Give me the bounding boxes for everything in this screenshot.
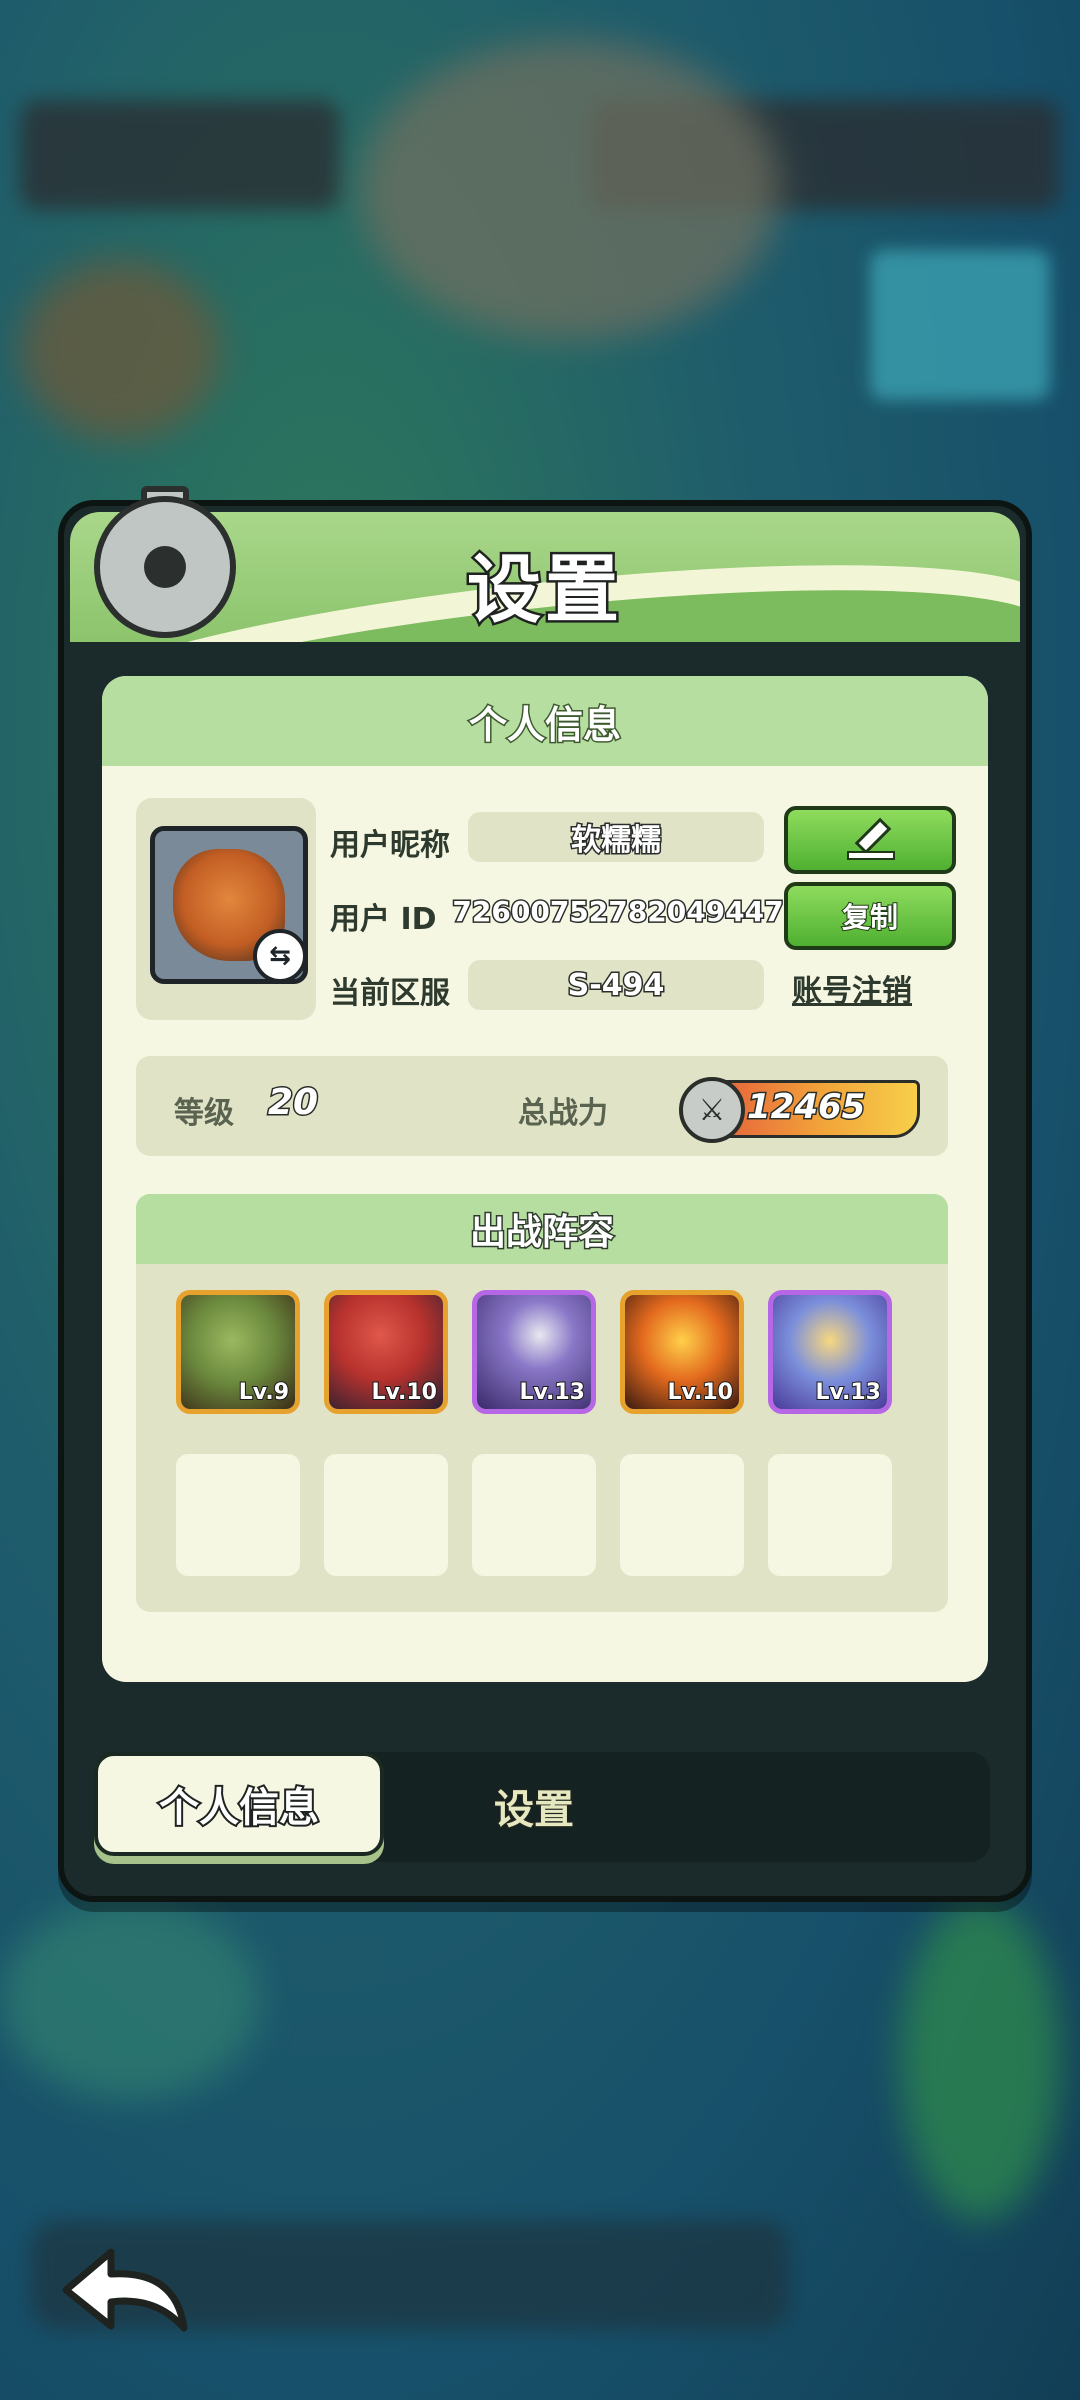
gear-icon (84, 496, 246, 638)
hero-level: Lv.9 (238, 1379, 290, 1406)
swap-avatar-icon[interactable]: ⇆ (253, 929, 303, 979)
user-id-label: 用户 ID (330, 902, 437, 937)
hero-slot-2[interactable]: Lv.10 (324, 1290, 448, 1414)
nickname-label: 用户昵称 (330, 828, 450, 863)
nickname-value: 软糯糯 (468, 812, 764, 862)
empty-slot[interactable] (472, 1454, 596, 1576)
profile-content: 个人信息 ⇆ 用户昵称 软糯糯 用户 ID 7260075278204944​7… (102, 676, 988, 1682)
edit-nickname-button[interactable] (784, 806, 956, 874)
background-mountain (360, 40, 780, 340)
tab-bar: 个人信息 设置 (94, 1752, 990, 1862)
empty-slot[interactable] (768, 1454, 892, 1576)
pencil-icon (847, 817, 895, 860)
deregister-account-link[interactable]: 账号注销 (792, 966, 912, 1010)
hero-level: Lv.13 (814, 1379, 882, 1406)
hero-slot-5[interactable]: Lv.13 (768, 1290, 892, 1414)
battle-lineup: 出战阵容 Lv.9 Lv.10 Lv.13 Lv.10 Lv.13 (136, 1194, 948, 1612)
hero-slot-4[interactable]: Lv.10 (620, 1290, 744, 1414)
server-label: 当前区服 (330, 976, 450, 1011)
level-value: 20 (266, 1081, 319, 1125)
avatar[interactable]: ⇆ (150, 826, 308, 984)
power-value: 12465 (745, 1086, 866, 1129)
crossed-swords-icon: ⚔ (679, 1077, 745, 1143)
hero-slot-3[interactable]: Lv.13 (472, 1290, 596, 1414)
level-label: 等级 (174, 1096, 234, 1131)
stats-row: 等级 20 总战力 ⚔ 12465 (136, 1056, 948, 1156)
back-button[interactable] (56, 2240, 196, 2340)
empty-slot[interactable] (176, 1454, 300, 1576)
empty-slot[interactable] (324, 1454, 448, 1576)
background-water (0, 1900, 260, 2100)
tab-profile[interactable]: 个人信息 (94, 1752, 384, 1856)
power-label: 总战力 (518, 1096, 608, 1131)
avatar-container: ⇆ (136, 798, 316, 1020)
background-minimap (870, 250, 1050, 400)
background-trees (900, 1900, 1060, 2220)
lineup-title: 出战阵容 (136, 1194, 948, 1264)
power-badge: ⚔ 12465 (679, 1077, 920, 1143)
background-hud-left (20, 100, 340, 210)
copy-id-button[interactable]: 复制 (784, 882, 956, 950)
tab-settings[interactable]: 设置 (434, 1776, 634, 1836)
server-value: S-494 (468, 960, 764, 1010)
hero-level: Lv.13 (518, 1379, 586, 1406)
hero-slot-1[interactable]: Lv.9 (176, 1290, 300, 1414)
settings-panel: 设置 个人信息 ⇆ 用户昵称 软糯糯 用户 ID 726007527820494… (58, 496, 1032, 1902)
hero-level: Lv.10 (666, 1379, 734, 1406)
profile-section-title: 个人信息 (102, 676, 988, 766)
hero-level: Lv.10 (370, 1379, 438, 1406)
background-terrain (20, 260, 220, 440)
back-arrow-icon (62, 2248, 188, 2332)
empty-slot[interactable] (620, 1454, 744, 1576)
user-id-value: 7260075278204944​7 (451, 893, 785, 929)
